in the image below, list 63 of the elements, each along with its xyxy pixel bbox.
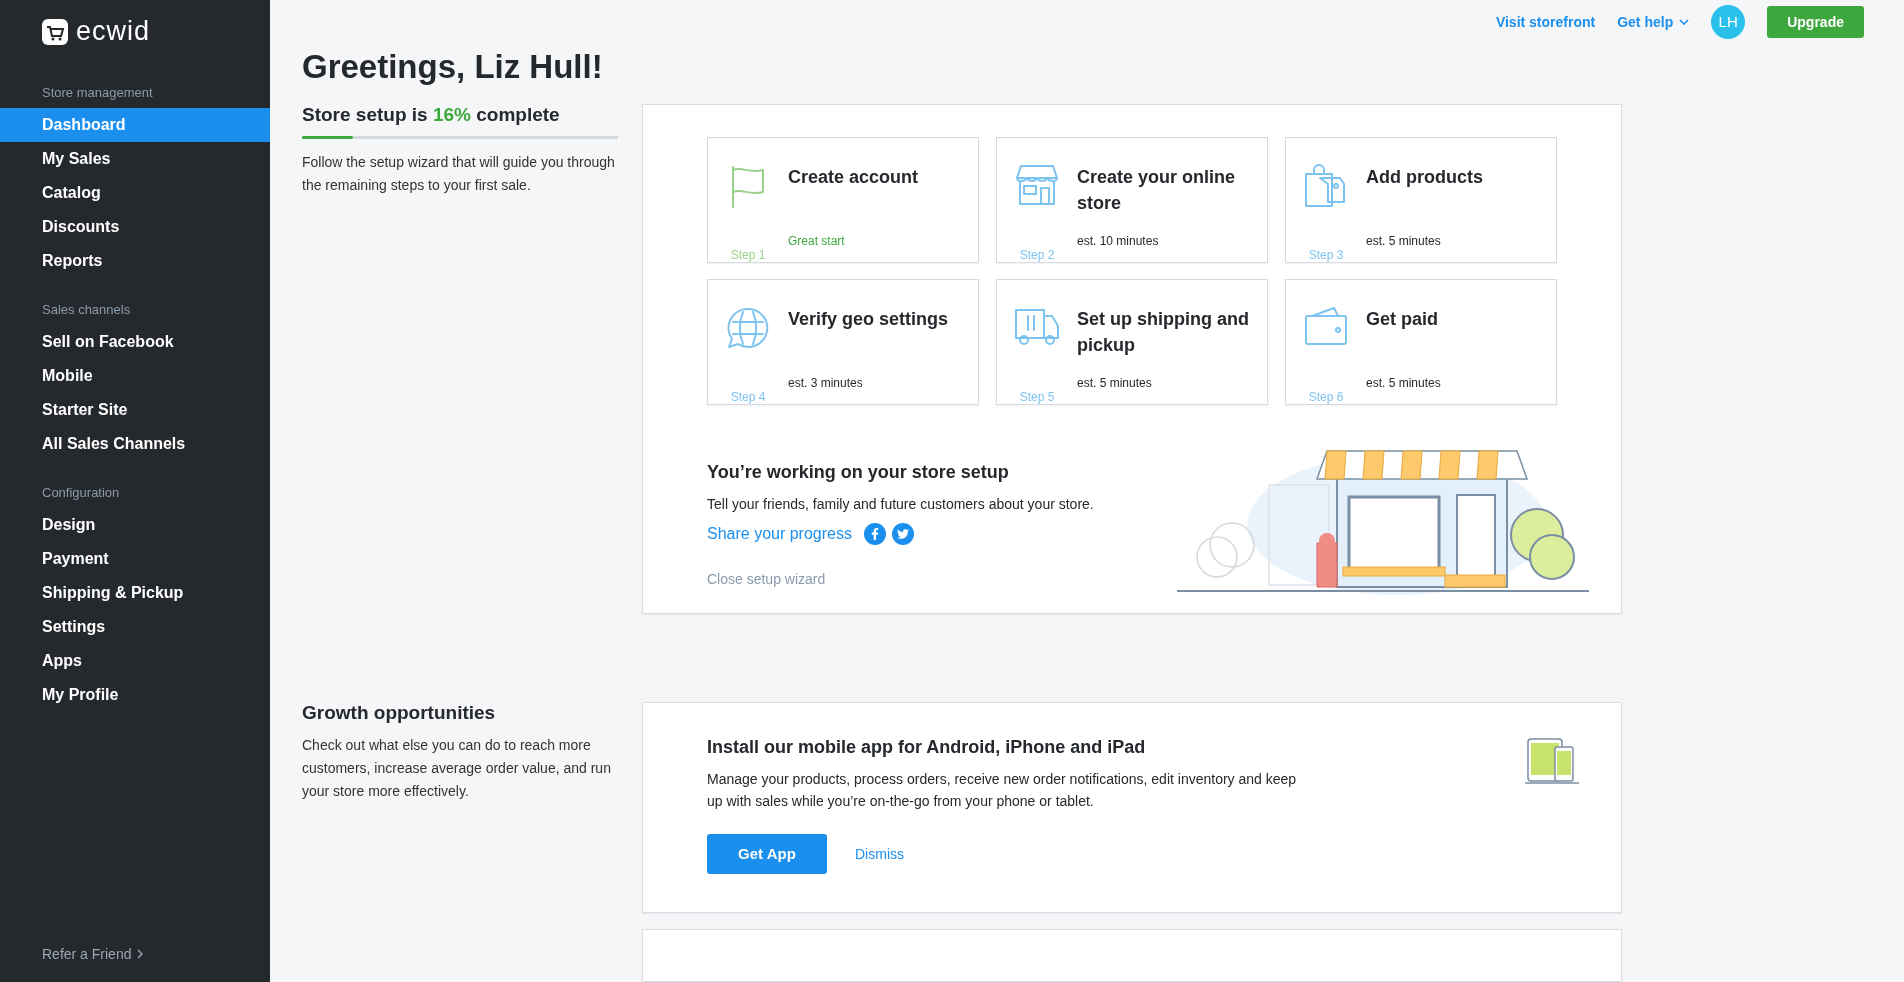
step-title: Verify geo settings — [788, 308, 950, 331]
sidebar-item[interactable]: Shipping & Pickup — [0, 576, 270, 610]
sidebar-item[interactable]: My Sales — [0, 142, 270, 176]
shopping-bag-icon — [1304, 164, 1348, 208]
growth-description: Check out what else you can do to reach more customers, increase average order value, and run your store more effectively. — [302, 736, 612, 801]
sidebar-item[interactable]: Starter Site — [0, 393, 270, 427]
mobile-app-title: Install our mobile app for Android, iPhone and iPad — [707, 737, 1147, 758]
mobile-app-text: Manage your products, process orders, receive new order notifications, edit inventory and keep up with sales while you’re on-the-go from your phone or tablet. — [707, 770, 1298, 811]
sidebar-item[interactable]: Payment — [0, 542, 270, 576]
step-title: Create your online store — [1077, 166, 1237, 215]
chevron-right-icon — [137, 949, 144, 959]
step-number: Step 5 — [1019, 390, 1055, 404]
globe-chat-icon — [726, 306, 770, 350]
step-number: Step 4 — [730, 390, 766, 404]
setup-description: Follow the setup wizard that will guide you through the remaining steps to your first sale. — [302, 153, 616, 195]
sidebar-item[interactable]: Discounts — [0, 210, 270, 244]
setup-step-card[interactable]: Step 5 Set up shipping and pickup est. 5 minutes — [996, 279, 1268, 405]
sidebar-item[interactable]: Apps — [0, 644, 270, 678]
step-title: Create account — [788, 166, 920, 189]
setup-step-card[interactable]: Step 1 Create account Great start — [707, 137, 979, 263]
sidebar-section-heading: Configuration — [41, 485, 121, 500]
step-note: est. 5 minutes — [1077, 376, 1153, 390]
setup-progress-heading: Store setup is 16% complete — [302, 104, 561, 126]
twitter-icon[interactable] — [891, 523, 914, 545]
sidebar-item[interactable]: All Sales Channels — [0, 427, 270, 461]
refer-a-friend-link[interactable]: Refer a Friend — [0, 946, 270, 962]
facebook-icon[interactable] — [863, 523, 886, 545]
growth-heading: Growth opportunities — [302, 702, 497, 724]
wallet-icon — [1304, 306, 1348, 346]
share-heading: You’re working on your store setup — [707, 462, 1010, 483]
storefront-icon — [1015, 164, 1059, 206]
setup-step-card[interactable]: Step 2 Create your online store est. 10 minutes — [996, 137, 1268, 263]
step-note: Great start — [788, 234, 846, 248]
sidebar-item[interactable]: Reports — [0, 244, 270, 278]
sidebar-item[interactable]: My Profile — [0, 678, 270, 712]
sidebar-item[interactable]: Catalog — [0, 176, 270, 210]
greeting-heading: Greetings, Liz Hull! — [302, 48, 604, 86]
step-title: Set up shipping and pickup — [1077, 308, 1250, 357]
sidebar-section-heading: Store management — [41, 85, 154, 100]
step-number: Step 3 — [1308, 248, 1344, 262]
sidebar-section-heading: Sales channels — [41, 302, 132, 317]
step-number: Step 2 — [1019, 248, 1055, 262]
chevron-down-icon — [1679, 19, 1690, 25]
truck-icon — [1014, 306, 1060, 346]
sidebar-item[interactable]: Mobile — [0, 359, 270, 393]
sidebar-item[interactable]: Sell on Facebook — [0, 325, 270, 359]
step-note: est. 5 minutes — [1366, 376, 1442, 390]
step-number: Step 6 — [1308, 390, 1344, 404]
sidebar-item[interactable]: Settings — [0, 610, 270, 644]
step-number: Step 1 — [730, 248, 766, 262]
setup-step-card[interactable]: Step 3 Add products est. 5 minutes — [1285, 137, 1557, 263]
setup-step-card[interactable]: Step 6 Get paid est. 5 minutes — [1285, 279, 1557, 405]
step-title: Get paid — [1366, 308, 1439, 331]
step-note: est. 5 minutes — [1366, 234, 1442, 248]
share-text: Tell your friends, family and future customers about your store. — [707, 495, 1094, 514]
step-note: est. 10 minutes — [1077, 234, 1160, 248]
setup-step-card[interactable]: Step 4 Verify geo settings est. 3 minutes — [707, 279, 979, 405]
step-note: est. 3 minutes — [788, 376, 864, 390]
tablet-and-phone-icon — [1525, 737, 1581, 785]
shopping-cart-logo-icon — [42, 18, 68, 45]
step-title: Add products — [1366, 166, 1484, 189]
logo-text: ecwid — [76, 16, 151, 47]
sidebar-item[interactable]: Design — [0, 508, 270, 542]
